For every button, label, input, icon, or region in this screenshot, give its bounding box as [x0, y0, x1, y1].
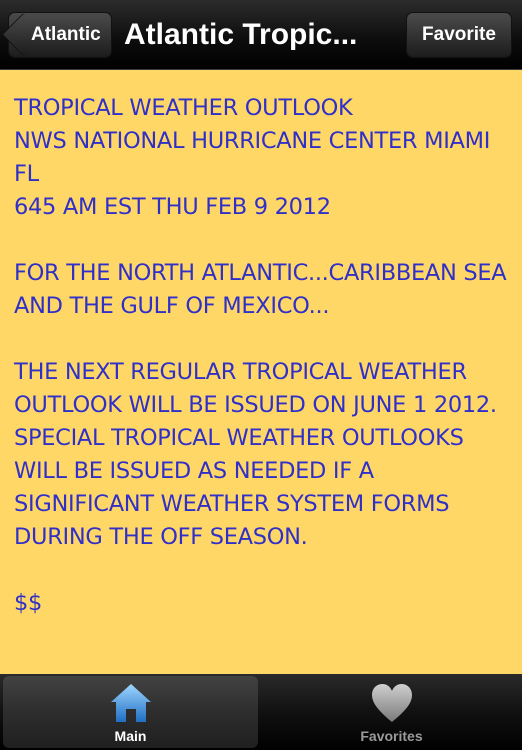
outlook-body: THE NEXT REGULAR TROPICAL WEATHER OUTLOO…	[14, 359, 497, 550]
back-button-label: Atlantic	[31, 24, 101, 45]
favorite-button[interactable]: Favorite	[406, 12, 512, 58]
tab-favorites-label: Favorites	[360, 728, 423, 744]
outlook-region: FOR THE NORTH ATLANTIC...CARIBBEAN SEA A…	[14, 260, 507, 319]
tab-favorites[interactable]: Favorites	[264, 676, 519, 748]
back-button[interactable]: Atlantic	[1, 12, 112, 58]
home-icon	[109, 682, 153, 728]
tab-main[interactable]: Main	[3, 676, 258, 748]
tab-main-label: Main	[114, 728, 147, 744]
navigation-bar: Atlantic Atlantic Tropic... Favorite	[0, 0, 522, 70]
outlook-text-area: TROPICAL WEATHER OUTLOOK NWS NATIONAL HU…	[0, 70, 522, 674]
outlook-header: TROPICAL WEATHER OUTLOOK NWS NATIONAL HU…	[14, 95, 491, 220]
outlook-terminator: $$	[14, 590, 43, 616]
tab-bar: Main Favorites	[0, 674, 522, 750]
heart-icon	[370, 682, 414, 728]
page-title: Atlantic Tropic...	[124, 18, 358, 51]
